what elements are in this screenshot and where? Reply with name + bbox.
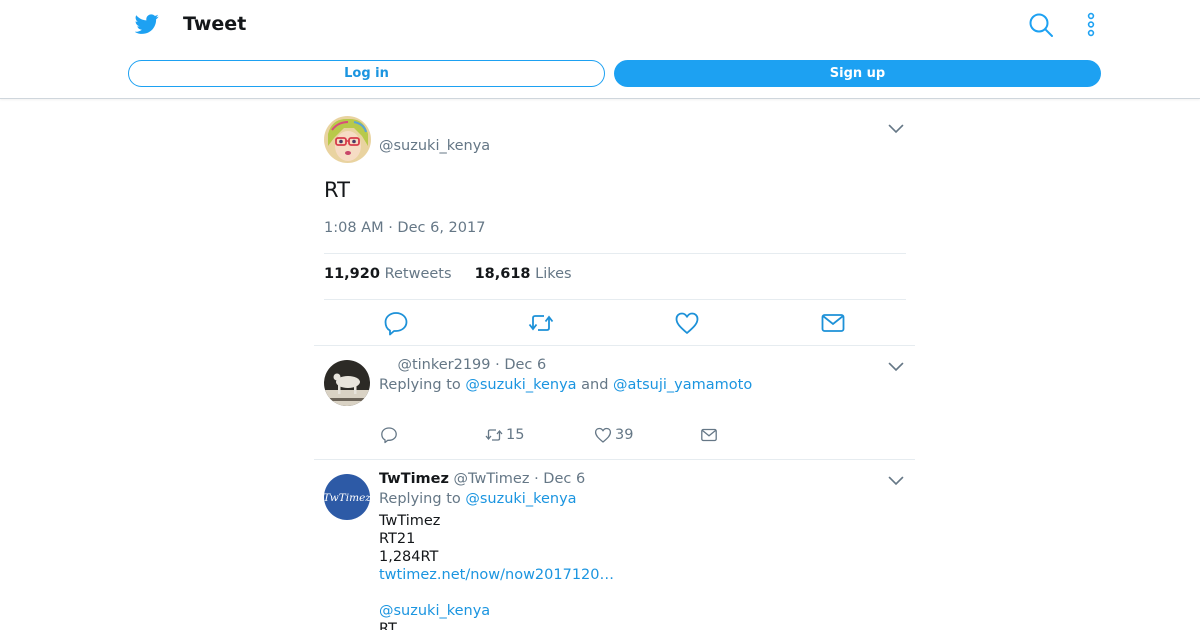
reply-text: TwTimez RT21 1,284RT twtimez.net/now/now… xyxy=(379,512,614,630)
mention-link[interactable]: @suzuki_kenya xyxy=(379,602,614,620)
chevron-down-icon[interactable] xyxy=(888,124,904,134)
avatar-illustration xyxy=(324,116,371,163)
tweet-author-handle[interactable]: @suzuki_kenya xyxy=(379,138,490,154)
like-icon xyxy=(594,427,612,443)
reply-icon xyxy=(381,427,397,444)
reply-action[interactable] xyxy=(380,426,398,444)
share-mail-icon[interactable] xyxy=(820,310,846,336)
reply-author-handle[interactable]: @TwTimez xyxy=(454,471,530,487)
replying-to-label: Replying to xyxy=(379,377,461,393)
page-title: Tweet xyxy=(183,13,247,35)
top-bar: Tweet Log in Sign up xyxy=(0,0,1200,99)
reply-header: @tinker2199 · Dec 6 xyxy=(379,357,546,373)
reply-date[interactable]: · Dec 6 xyxy=(495,357,546,373)
divider xyxy=(324,299,906,300)
reply-text-line: TwTimez xyxy=(379,513,441,529)
retweets-count[interactable]: 11,920 xyxy=(324,266,380,282)
reply-text-line: RT xyxy=(379,621,397,630)
retweet-count: 15 xyxy=(506,427,525,443)
more-vertical-icon[interactable] xyxy=(1083,12,1099,38)
retweets-label[interactable]: Retweets xyxy=(385,266,452,282)
reply-text-line: RT21 xyxy=(379,531,416,547)
retweet-icon[interactable] xyxy=(528,310,554,336)
tweet-text: RT xyxy=(324,178,350,202)
reply-tweet[interactable]: TwTimez TwTimez @TwTimez · Dec 6 Replyin… xyxy=(314,459,915,630)
chevron-down-icon[interactable] xyxy=(888,362,904,372)
likes-label[interactable]: Likes xyxy=(535,266,571,282)
likes-count[interactable]: 18,618 xyxy=(475,266,531,282)
reply-author-handle[interactable]: @tinker2199 xyxy=(397,357,490,373)
replying-to: Replying to @suzuki_kenya and @atsuji_ya… xyxy=(379,377,752,393)
replying-to-label: Replying to xyxy=(379,491,461,507)
share-action[interactable] xyxy=(700,426,718,444)
like-action[interactable]: 39 xyxy=(594,426,633,444)
avatar-logo-text: TwTimez xyxy=(324,492,370,504)
reply-link[interactable]: twtimez.net/now/now2017120… xyxy=(379,566,614,584)
reply-tweet[interactable]: @tinker2199 · Dec 6 Replying to @suzuki_… xyxy=(314,345,915,460)
divider xyxy=(324,253,906,254)
tweet-stats: 11,920 Retweets 18,618 Likes xyxy=(324,266,572,282)
avatar-logo: TwTimez xyxy=(324,474,370,520)
mention-link[interactable]: @atsuji_yamamoto xyxy=(613,377,752,393)
tweet-timestamp[interactable]: 1:08 AM · Dec 6, 2017 xyxy=(324,220,485,236)
divider xyxy=(314,459,915,460)
search-icon[interactable] xyxy=(1028,12,1054,38)
like-count: 39 xyxy=(615,427,634,443)
avatar[interactable]: TwTimez xyxy=(324,474,370,520)
twitter-bird-icon[interactable] xyxy=(135,12,159,36)
like-icon[interactable] xyxy=(674,310,700,336)
replying-and: and xyxy=(581,377,609,393)
reply-text-line: 1,284RT xyxy=(379,549,439,565)
login-button[interactable]: Log in xyxy=(128,60,605,87)
chevron-down-icon[interactable] xyxy=(888,476,904,486)
reply-header: TwTimez @TwTimez · Dec 6 xyxy=(379,471,585,487)
retweet-icon xyxy=(485,429,503,441)
share-mail-icon xyxy=(701,428,717,442)
mention-link[interactable]: @suzuki_kenya xyxy=(465,377,576,393)
avatar[interactable] xyxy=(324,360,370,406)
avatar[interactable] xyxy=(324,116,371,163)
reply-date[interactable]: · Dec 6 xyxy=(534,471,585,487)
reply-author-name[interactable]: TwTimez xyxy=(379,471,449,487)
retweet-action[interactable]: 15 xyxy=(485,426,524,444)
reply-icon[interactable] xyxy=(383,310,409,336)
avatar-photo xyxy=(324,360,370,406)
mention-link[interactable]: @suzuki_kenya xyxy=(465,491,576,507)
signup-button[interactable]: Sign up xyxy=(614,60,1101,87)
divider xyxy=(314,345,915,346)
replying-to: Replying to @suzuki_kenya xyxy=(379,491,577,507)
